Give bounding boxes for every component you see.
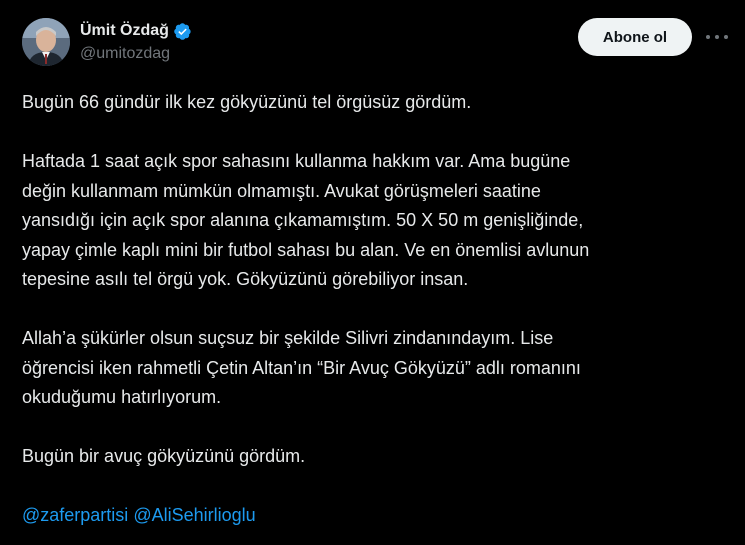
author-handle[interactable]: @umitozdag — [80, 45, 192, 63]
display-name-row: Ümit Özdağ — [80, 20, 192, 42]
tweet-mentions: @zaferpartisi @AliSehirlioglu — [22, 501, 727, 531]
tweet-line: öğrencisi iken rahmetli Çetin Altan’ın “… — [22, 357, 581, 378]
verified-badge-icon[interactable] — [173, 22, 192, 41]
author-info: Ümit Özdağ @umitozdag — [80, 20, 192, 63]
tweet-paragraph: Bugün 66 gündür ilk kez gökyüzünü tel ör… — [22, 88, 727, 118]
tweet-line: yansıdığı için açık spor alanına çıkamam… — [22, 210, 584, 230]
avatar-photo — [22, 18, 70, 66]
tweet-paragraph: Allah’a şükürler olsun suçsuz bir şekild… — [22, 324, 727, 413]
tweet-paragraph: Haftada 1 saat açık spor sahasını kullan… — [22, 147, 727, 295]
more-horizontal-icon[interactable] — [706, 26, 728, 48]
display-name[interactable]: Ümit Özdağ — [80, 22, 169, 40]
tweet-paragraphs: Bugün 66 gündür ilk kez gökyüzünü tel ör… — [22, 88, 727, 472]
mention-link[interactable]: @AliSehirlioglu — [133, 505, 255, 525]
more-dot — [715, 35, 719, 39]
tweet-header: Ümit Özdağ @umitozdag Abone ol — [22, 18, 728, 70]
tweet-line: okuduğumu hatırlıyorum. — [22, 387, 222, 407]
tweet-line: yapay çimle kaplı mini bir futbol sahası… — [22, 239, 590, 260]
tweet-line: Bugün 66 gündür ilk kez gökyüzünü tel ör… — [22, 92, 472, 112]
tweet-line: Allah’a şükürler olsun suçsuz bir şekild… — [22, 328, 554, 348]
avatar[interactable] — [22, 18, 70, 66]
mention-link[interactable]: @zaferpartisi — [22, 505, 128, 525]
tweet-line: değin kullanmam mümkün olmamıştı. Avukat… — [22, 180, 541, 201]
follow-button[interactable]: Abone ol — [578, 18, 692, 56]
tweet-line: Haftada 1 saat açık spor sahasını kullan… — [22, 151, 571, 171]
tweet-line: Bugün bir avuç gökyüzünü gördüm. — [22, 446, 306, 466]
tweet-text: Bugün 66 gündür ilk kez gökyüzünü tel ör… — [22, 88, 727, 531]
more-dot — [706, 35, 710, 39]
more-dot — [724, 35, 728, 39]
tweet-paragraph: Bugün bir avuç gökyüzünü gördüm. — [22, 442, 727, 472]
tweet-line: tepesine asılı tel örgü yok. Gökyüzünü g… — [22, 269, 469, 289]
